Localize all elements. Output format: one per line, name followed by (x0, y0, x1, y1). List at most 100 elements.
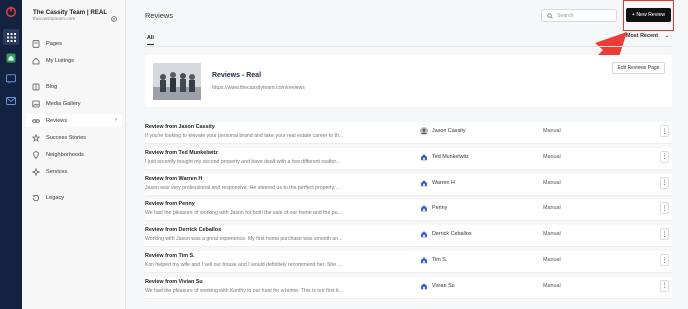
house-avatar-icon (420, 230, 428, 238)
wrench-icon (32, 167, 40, 176)
sidebar-item-blog[interactable]: Blog (26, 80, 122, 93)
page-icon (32, 39, 40, 48)
sort-dropdown[interactable]: Most Recent ⌄ (626, 33, 669, 39)
review-source: Manual (543, 205, 561, 212)
review-excerpt: We had the pleasure of working with Jaso… (145, 210, 342, 217)
brand-domain: thecassityteam.com (33, 17, 76, 22)
search-placeholder: Search (557, 12, 574, 19)
review-source: Manual (543, 128, 561, 134)
review-row[interactable]: Review from Tim S. Kim helped my wife and… (145, 251, 672, 273)
more-options-icon[interactable]: ⋮ (660, 254, 669, 266)
review-row[interactable]: Review from Penny We had the pleasure of … (145, 199, 672, 222)
page-card-url[interactable]: https://www.thecassityteam.com/reviews (212, 85, 305, 91)
review-source: Manual (543, 153, 561, 160)
reviews-page-card: Reviews - Real https://www.thecassitytea… (145, 55, 672, 107)
review-author: Penny (432, 205, 448, 212)
grid-icon[interactable] (3, 29, 19, 45)
more-options-icon[interactable]: ⋮ (660, 202, 669, 215)
review-title[interactable]: Review from Ted Munkelwitz (145, 150, 218, 156)
sidebar-item-label: Legacy (46, 194, 65, 201)
more-options-icon[interactable]: ⋮ (660, 125, 669, 137)
review-excerpt: If you're looking to elevate your person… (145, 133, 344, 139)
house-avatar-icon (420, 179, 428, 187)
review-author: Derrick Ceballos (432, 231, 472, 238)
review-title[interactable]: Review from Vivian Su (145, 279, 203, 285)
review-excerpt: We had the pleasure of working with Kimt… (145, 287, 343, 294)
sidebar-item-reviews[interactable]: Reviews › (26, 114, 122, 127)
search-icon (547, 12, 553, 19)
highlight-box (623, 0, 674, 31)
more-options-icon[interactable]: ⋮ (660, 228, 669, 241)
chevron-right-icon: › (115, 117, 117, 123)
review-title[interactable]: Review from Derrick Ceballos (145, 227, 221, 233)
review-row[interactable]: Review from Ted Munkelwitz I just recentl… (145, 147, 672, 170)
page-card-title: Reviews - Real (212, 72, 262, 79)
mail-icon[interactable] (5, 95, 17, 107)
link-icon (32, 117, 40, 125)
review-row[interactable]: Review from Warren H Jason was very profe… (145, 173, 672, 196)
review-source: Manual (543, 231, 561, 238)
image-icon (32, 100, 40, 108)
review-excerpt: Working with Jason was a great experienc… (145, 236, 343, 243)
more-options-icon[interactable]: ⋮ (660, 279, 669, 292)
review-excerpt: I just recently bought my second propert… (145, 158, 341, 165)
sidebar-item-label: Pages (46, 40, 62, 47)
main-content: Reviews Search + New Review All Most Rec… (127, 0, 688, 309)
review-author: Tim S. (432, 257, 448, 263)
review-row[interactable]: Review from Vivian Su We had the pleasure… (145, 276, 672, 299)
tab-bar: All (145, 35, 672, 47)
review-title[interactable]: Review from Warren H (145, 176, 202, 182)
sidebar: The Cassity Team | REAL thecassityteam.c… (22, 0, 126, 309)
review-source: Manual (543, 282, 561, 289)
sidebar-item-legacy[interactable]: Legacy (26, 191, 122, 204)
sidebar-item-label: Neighborhoods (46, 151, 84, 158)
house-icon (32, 57, 40, 65)
chat-icon[interactable] (5, 73, 17, 85)
review-title[interactable]: Review from Tim S. (145, 253, 195, 259)
sidebar-item-label: Services (46, 168, 68, 175)
more-options-icon[interactable]: ⋮ (660, 176, 669, 189)
sidebar-item-my-listings[interactable]: My Listings (26, 54, 122, 67)
sidebar-item-label: My Listings (46, 57, 74, 64)
house-avatar-icon (420, 282, 428, 290)
edit-reviews-page-button[interactable]: Edit Reviews Page (612, 62, 665, 74)
sidebar-item-services[interactable]: Services (26, 165, 122, 178)
history-icon (32, 194, 40, 202)
sidebar-item-success-stories[interactable]: Success Stories (26, 131, 122, 144)
blog-icon (32, 83, 40, 91)
sidebar-item-media-gallery[interactable]: Media Gallery (26, 97, 122, 110)
review-author: Ted Munkelwitz (432, 153, 469, 160)
sidebar-item-label: Success Stories (46, 134, 87, 141)
gear-icon[interactable] (110, 10, 118, 22)
review-author: Warren H (432, 179, 455, 186)
tab-all[interactable]: All (147, 35, 154, 45)
sidebar-item-label: Reviews (46, 117, 68, 124)
search-input[interactable]: Search (541, 9, 617, 22)
brand-name: The Cassity Team | REAL (33, 9, 108, 16)
review-row[interactable]: Review from Derrick Ceballos Working with… (145, 225, 672, 248)
page-title: Reviews (145, 11, 173, 20)
review-source: Manual (543, 257, 561, 263)
review-title[interactable]: Review from Penny (145, 201, 195, 207)
review-author: Jason Cassity (432, 128, 466, 134)
house-avatar-icon (420, 204, 428, 212)
review-row[interactable]: Review from Jason Cassity If you're looki… (145, 122, 672, 144)
sort-label: Most Recent (626, 33, 659, 39)
sidebar-item-label: Media Gallery (46, 100, 81, 107)
star-icon (32, 133, 40, 142)
pin-icon (32, 150, 40, 159)
review-excerpt: Kim helped my wife and I sell our house … (145, 262, 342, 268)
logo-icon[interactable] (5, 6, 17, 18)
review-author: Vivian Su (432, 282, 455, 289)
house-avatar-icon (420, 256, 428, 264)
review-title[interactable]: Review from Jason Cassity (145, 124, 215, 130)
sidebar-item-pages[interactable]: Pages (26, 37, 122, 50)
review-excerpt: Jason was very professional and responsi… (145, 184, 341, 191)
sidebar-item-label: Blog (46, 83, 58, 90)
chevron-down-icon: ⌄ (664, 33, 670, 39)
house-avatar-icon (420, 153, 428, 161)
app-rail (0, 0, 22, 309)
more-options-icon[interactable]: ⋮ (660, 150, 669, 163)
sidebar-item-neighborhoods[interactable]: Neighborhoods (26, 148, 122, 161)
home-icon[interactable] (5, 52, 17, 64)
